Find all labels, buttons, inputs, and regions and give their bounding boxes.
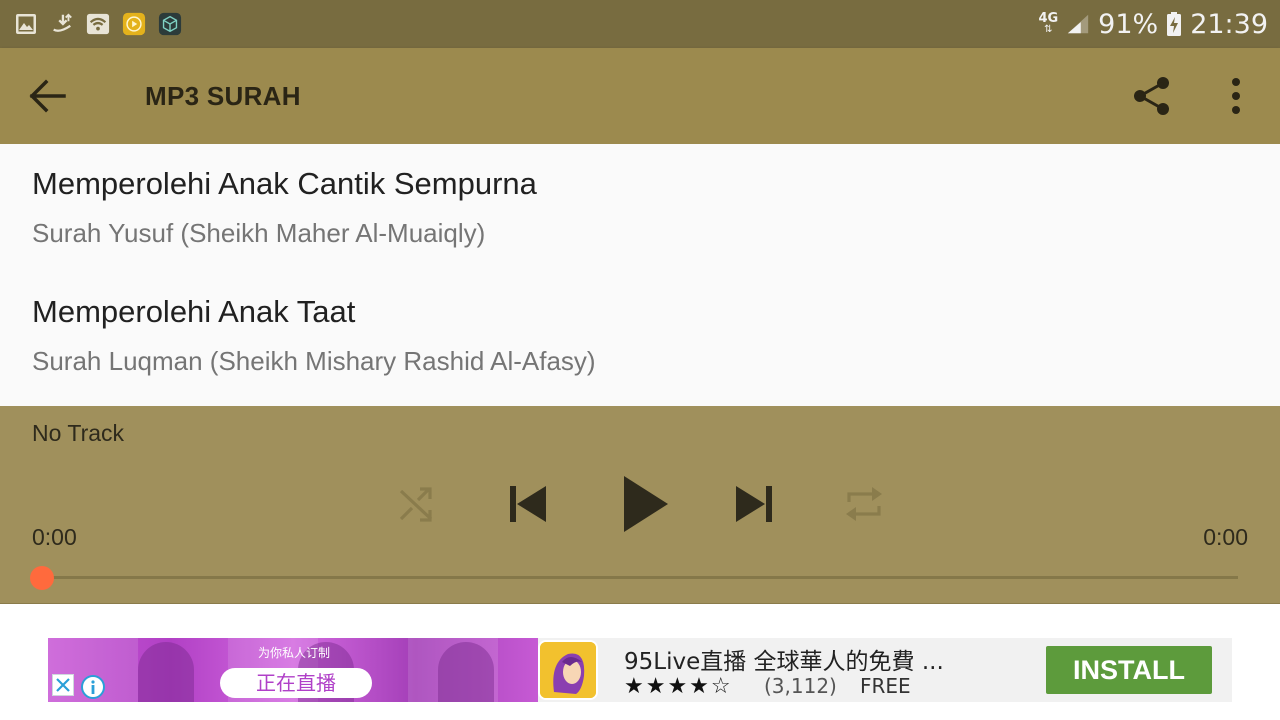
list-item-subtitle: Surah Yusuf (Sheikh Maher Al-Muaiqly) [32,218,486,248]
cube-app-icon [158,12,182,36]
play-icon[interactable] [622,476,670,537]
list-item-title: Memperolehi Anak Cantik Sempurna [32,166,537,201]
list-item-subtitle: Surah Luqman (Sheikh Mishary Rashid Al-A… [32,346,596,376]
music-player: No Track 0:00 0:00 [0,406,1280,604]
elapsed-time: 0:00 [32,524,77,550]
share-icon[interactable] [1130,74,1174,118]
ad-price: FREE [860,674,911,698]
now-playing-label: No Track [32,420,125,446]
battery-charging-icon [1166,12,1182,36]
surah-list: Memperolehi Anak Cantik Sempurna Surah Y… [0,144,1280,406]
system-status: 4G ⇅ 91% 21:39 [1038,9,1268,40]
repeat-icon[interactable] [844,484,884,529]
arrow-left-icon[interactable] [26,76,68,116]
play-app-icon [122,12,146,36]
rating-count: (3,112) [764,674,837,698]
ad-live-badge: 正在直播 [220,668,372,698]
notification-icons [14,12,182,36]
ad-tagline: 为你私人订制 [258,646,331,660]
wifi-icon [86,12,110,36]
signal-icon [1066,12,1090,36]
skip-next-icon[interactable] [734,484,774,529]
info-icon[interactable] [80,674,106,700]
clock: 21:39 [1190,8,1268,40]
skip-previous-icon[interactable] [508,484,548,529]
list-item[interactable]: Memperolehi Anak Taat Surah Luqman (Shei… [0,272,1280,400]
ad-image[interactable]: 为你私人订制 正在直播 [48,638,538,702]
close-icon[interactable] [52,674,74,696]
gallery-icon [14,12,38,36]
app-icon[interactable] [538,640,598,700]
seek-bar[interactable] [42,576,1238,579]
total-duration: 0:00 [1203,524,1248,550]
status-bar: 4G ⇅ 91% 21:39 [0,0,1280,48]
seek-thumb[interactable] [30,566,54,590]
network-type-icon: 4G ⇅ [1038,11,1059,35]
download-icon [50,12,74,36]
app-toolbar: MP3 SURAH [0,48,1280,144]
ad-banner[interactable]: 为你私人订制 正在直播 95Live直播 全球華人的免費 ... ★★★★☆ (… [48,638,1232,702]
list-item[interactable]: Memperolehi Anak Cantik Sempurna Surah Y… [0,144,1280,272]
battery-percent: 91% [1098,8,1159,40]
list-item-title: Memperolehi Anak Taat [32,294,356,329]
screen: 4G ⇅ 91% 21:39 MP3 SURAH Memperolehi Ana… [0,0,1280,720]
more-vert-icon[interactable] [1222,74,1250,118]
shuffle-icon[interactable] [396,484,436,529]
install-button[interactable]: INSTALL [1046,646,1212,694]
ad-app-name: 95Live直播 全球華人的免費 ... [624,649,944,675]
rating-stars: ★★★★☆ [624,674,733,699]
page-title: MP3 SURAH [145,81,301,111]
